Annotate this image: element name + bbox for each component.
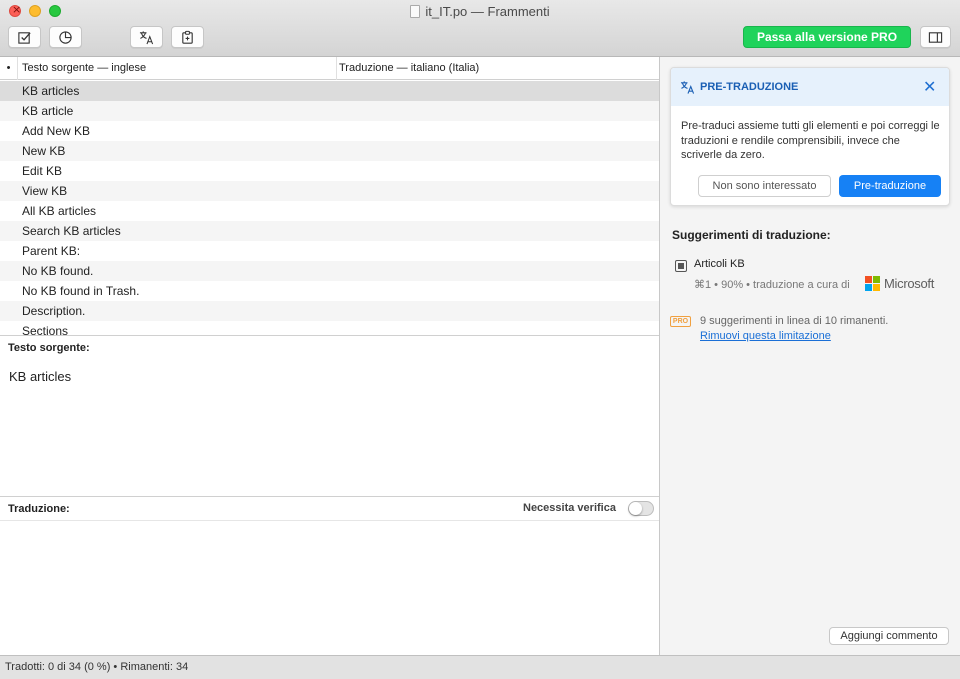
pretranslation-card-header: PRE-TRADUZIONE ✕ bbox=[671, 68, 949, 106]
table-header: • Testo sorgente — inglese Traduzione — … bbox=[0, 57, 659, 80]
translate-icon bbox=[139, 30, 154, 44]
string-list: KB articles KB article Add New KB New KB… bbox=[0, 81, 659, 335]
table-row[interactable]: All KB articles bbox=[0, 201, 659, 221]
status-bar: Tradotti: 0 di 34 (0 %) • Rimanenti: 34 bbox=[0, 655, 960, 679]
column-header-translation[interactable]: Traduzione — italiano (Italia) bbox=[339, 57, 479, 80]
table-row[interactable]: Parent KB: bbox=[0, 241, 659, 261]
microsoft-logo-icon bbox=[865, 276, 880, 291]
pro-limit-text: 9 suggerimenti in linea di 10 rimanenti. bbox=[700, 315, 889, 327]
pretranslation-description: Pre-traduci assieme tutti gli elementi e… bbox=[681, 120, 940, 161]
column-header-source[interactable]: Testo sorgente — inglese bbox=[22, 57, 337, 80]
table-row[interactable]: Search KB articles bbox=[0, 221, 659, 241]
needs-review-toggle[interactable] bbox=[628, 501, 654, 516]
pie-chart-icon bbox=[59, 30, 72, 44]
pretranslation-title: PRE-TRADUZIONE bbox=[700, 81, 799, 93]
source-divider[interactable] bbox=[0, 496, 659, 497]
upgrade-pro-button[interactable]: Passa alla versione PRO bbox=[743, 26, 911, 48]
table-row[interactable]: New KB bbox=[0, 141, 659, 161]
table-row[interactable]: No KB found in Trash. bbox=[0, 281, 659, 301]
pretranslation-card: PRE-TRADUZIONE ✕ Pre-traduci assieme tut… bbox=[670, 67, 950, 206]
table-row[interactable]: Description. bbox=[0, 301, 659, 321]
translation-input[interactable] bbox=[0, 521, 659, 655]
window-title: it_IT.po — Frammenti bbox=[0, 4, 960, 19]
translation-label: Traduzione: bbox=[8, 503, 70, 515]
sidebar: PRE-TRADUZIONE ✕ Pre-traduci assieme tut… bbox=[660, 57, 960, 655]
provider-name: Microsoft bbox=[884, 276, 935, 291]
pretranslate-action-button[interactable]: Pre-traduzione bbox=[839, 175, 941, 197]
remove-limit-link[interactable]: Rimuovi questa limitazione bbox=[700, 330, 831, 342]
clipboard-icon bbox=[182, 30, 193, 44]
list-divider[interactable] bbox=[0, 335, 659, 336]
suggestion-meta: ⌘1 • 90% • traduzione a cura di bbox=[694, 279, 850, 291]
sidebar-icon bbox=[928, 31, 943, 43]
statistics-button[interactable] bbox=[49, 26, 82, 48]
checkbox-icon bbox=[18, 31, 31, 44]
validate-button[interactable] bbox=[8, 26, 41, 48]
toggle-knob bbox=[629, 502, 642, 515]
suggestion-chip-icon bbox=[675, 260, 687, 272]
table-row[interactable]: No KB found. bbox=[0, 261, 659, 281]
pretranslate-button[interactable] bbox=[130, 26, 163, 48]
table-row[interactable]: View KB bbox=[0, 181, 659, 201]
pro-badge: PRO bbox=[670, 316, 691, 327]
toggle-sidebar-button[interactable] bbox=[920, 26, 951, 48]
editor-pane: • Testo sorgente — inglese Traduzione — … bbox=[0, 57, 659, 655]
titlebar: it_IT.po — Frammenti Passa alla versione… bbox=[0, 0, 960, 57]
suggestions-title: Suggerimenti di traduzione: bbox=[672, 228, 831, 242]
add-comment-button[interactable]: Aggiungi commento bbox=[829, 627, 949, 645]
source-label: Testo sorgente: bbox=[8, 342, 90, 354]
needs-review-label: Necessita verifica bbox=[523, 502, 616, 514]
table-row[interactable]: Add New KB bbox=[0, 121, 659, 141]
column-header-marker[interactable]: • bbox=[0, 57, 18, 80]
table-row[interactable]: Edit KB bbox=[0, 161, 659, 181]
source-text: KB articles bbox=[9, 369, 72, 384]
table-row[interactable]: KB article bbox=[0, 101, 659, 121]
document-icon bbox=[410, 5, 421, 18]
table-row[interactable]: Sections bbox=[0, 321, 659, 335]
clipboard-button[interactable] bbox=[171, 26, 204, 48]
translate-icon bbox=[680, 81, 695, 94]
close-icon[interactable]: ✕ bbox=[923, 77, 936, 96]
table-row[interactable]: KB articles bbox=[0, 81, 659, 101]
suggestion-text[interactable]: Articoli KB bbox=[694, 258, 745, 270]
status-text: Tradotti: 0 di 34 (0 %) • Rimanenti: 34 bbox=[5, 661, 189, 673]
decline-button[interactable]: Non sono interessato bbox=[698, 175, 831, 197]
